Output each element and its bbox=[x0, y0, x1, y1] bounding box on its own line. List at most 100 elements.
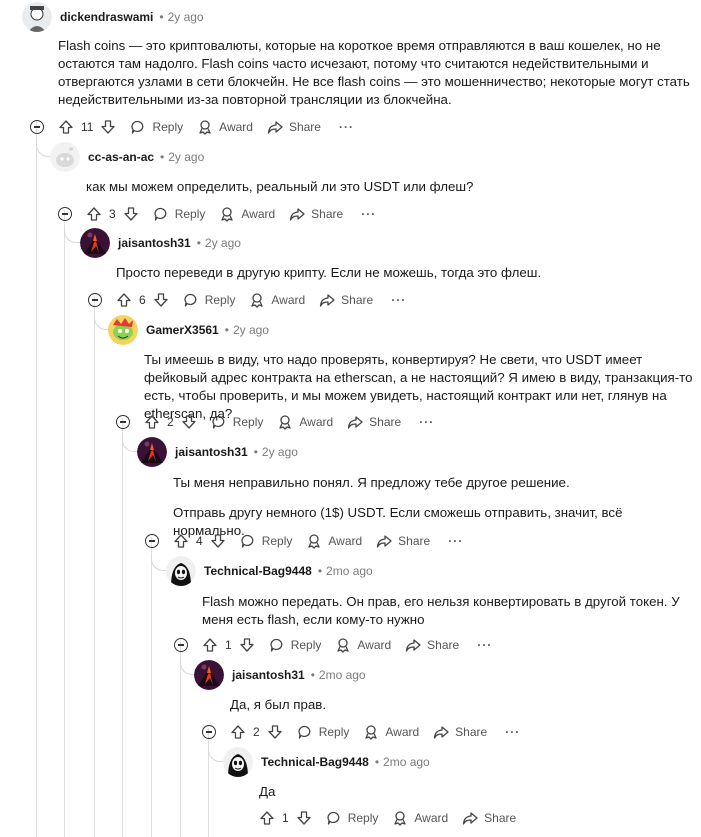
reply-label: Reply bbox=[152, 120, 184, 134]
author-name[interactable]: jaisantosh31 bbox=[175, 445, 248, 459]
vote-count: 6 bbox=[139, 293, 146, 307]
upvote-button[interactable] bbox=[144, 414, 160, 430]
timestamp: 2y ago bbox=[261, 445, 298, 459]
downvote-button[interactable] bbox=[153, 292, 169, 308]
avatar[interactable] bbox=[22, 2, 52, 32]
share-button[interactable]: Share bbox=[433, 724, 487, 740]
avatar[interactable] bbox=[108, 315, 138, 345]
more-options-button[interactable]: ··· bbox=[339, 120, 354, 134]
collapse-button[interactable] bbox=[116, 415, 130, 429]
thread-line[interactable] bbox=[151, 537, 152, 837]
upvote-button[interactable] bbox=[116, 292, 132, 308]
author-name[interactable]: Technical-Bag9448 bbox=[204, 564, 312, 578]
award-button[interactable]: Award bbox=[392, 810, 448, 826]
reply-button[interactable]: Reply bbox=[183, 292, 235, 308]
thread-line[interactable] bbox=[64, 210, 65, 837]
downvote-button[interactable] bbox=[100, 119, 116, 135]
comment-header: Technical-Bag9448 • 2mo ago bbox=[223, 747, 430, 777]
avatar[interactable] bbox=[166, 556, 196, 586]
upvote-button[interactable] bbox=[58, 119, 74, 135]
share-label: Share bbox=[455, 725, 488, 739]
comment-actions: 3 Reply Award Share ··· bbox=[58, 203, 376, 225]
vote-count: 2 bbox=[167, 415, 174, 429]
avatar[interactable] bbox=[223, 747, 253, 777]
author-name[interactable]: dickendraswami bbox=[60, 10, 153, 24]
upvote-button[interactable] bbox=[173, 533, 189, 549]
share-button[interactable]: Share bbox=[267, 119, 321, 135]
vote-count: 4 bbox=[196, 534, 203, 548]
share-label: Share bbox=[288, 120, 321, 134]
author-name[interactable]: Technical-Bag9448 bbox=[261, 755, 369, 769]
collapse-button[interactable] bbox=[145, 534, 159, 548]
reply-button[interactable]: Reply bbox=[153, 206, 205, 222]
award-button[interactable]: Award bbox=[219, 206, 275, 222]
author-name[interactable]: cc-as-an-ac bbox=[88, 150, 154, 164]
thread-line[interactable] bbox=[180, 641, 181, 837]
collapse-button[interactable] bbox=[30, 120, 44, 134]
author-name[interactable]: jaisantosh31 bbox=[118, 236, 191, 250]
more-options-button[interactable]: ··· bbox=[448, 534, 463, 548]
award-button[interactable]: Award bbox=[249, 292, 305, 308]
comment-paragraph: Flash coins — это криптовалюты, которые … bbox=[58, 38, 690, 107]
award-label: Award bbox=[241, 207, 276, 221]
collapse-button[interactable] bbox=[202, 725, 216, 739]
upvote-button[interactable] bbox=[202, 637, 218, 653]
comment-actions: 1 Reply Award Share ··· bbox=[174, 634, 492, 656]
award-button[interactable]: Award bbox=[335, 637, 391, 653]
separator-dot: • bbox=[160, 150, 165, 164]
vote-count: 2 bbox=[253, 725, 260, 739]
comment-paragraph: Flash можно передать. Он прав, его нельз… bbox=[202, 594, 680, 627]
collapse-button[interactable] bbox=[88, 293, 102, 307]
separator-dot: • bbox=[253, 445, 258, 459]
thread-line[interactable] bbox=[94, 296, 95, 837]
vote-count: 1 bbox=[282, 811, 289, 825]
separator-dot: • bbox=[224, 323, 229, 337]
upvote-button[interactable] bbox=[86, 206, 102, 222]
avatar[interactable] bbox=[137, 437, 167, 467]
author-name[interactable]: GamerX3561 bbox=[146, 323, 219, 337]
share-button[interactable]: Share bbox=[405, 637, 459, 653]
downvote-button[interactable] bbox=[296, 810, 312, 826]
share-button[interactable]: Share bbox=[347, 414, 401, 430]
reply-button[interactable]: Reply bbox=[297, 724, 350, 740]
share-button[interactable]: Share bbox=[319, 292, 373, 308]
reply-button[interactable]: Reply bbox=[130, 119, 183, 135]
comment-actions: 2 Reply Award Share ··· bbox=[202, 721, 520, 743]
downvote-button[interactable] bbox=[267, 724, 283, 740]
collapse-button[interactable] bbox=[174, 638, 188, 652]
timestamp: 2y ago bbox=[168, 150, 205, 164]
avatar[interactable] bbox=[80, 228, 110, 258]
author-name[interactable]: jaisantosh31 bbox=[232, 668, 305, 682]
avatar[interactable] bbox=[194, 660, 224, 690]
thread-line[interactable] bbox=[122, 418, 123, 837]
comment-body: Flash coins — это криптовалюты, которые … bbox=[58, 37, 698, 121]
upvote-button[interactable] bbox=[259, 810, 275, 826]
separator-dot: • bbox=[317, 564, 323, 578]
downvote-button[interactable] bbox=[123, 206, 139, 222]
avatar[interactable] bbox=[50, 142, 80, 172]
more-options-button[interactable]: ··· bbox=[361, 207, 376, 221]
reply-label: Reply bbox=[318, 725, 350, 739]
award-button[interactable]: Award bbox=[363, 724, 419, 740]
downvote-button[interactable] bbox=[239, 637, 255, 653]
more-options-button[interactable]: ··· bbox=[419, 415, 434, 429]
downvote-button[interactable] bbox=[181, 414, 197, 430]
more-options-button[interactable]: ··· bbox=[477, 638, 492, 652]
award-button[interactable]: Award bbox=[277, 414, 333, 430]
more-options-button[interactable]: ··· bbox=[505, 725, 520, 739]
award-button[interactable]: Award bbox=[197, 119, 253, 135]
thread-line[interactable] bbox=[36, 120, 37, 837]
share-button[interactable]: Share bbox=[289, 206, 343, 222]
reply-button[interactable]: Reply bbox=[240, 533, 292, 549]
upvote-button[interactable] bbox=[230, 724, 246, 740]
downvote-button[interactable] bbox=[210, 533, 226, 549]
comment-header: Technical-Bag9448 • 2mo ago bbox=[166, 556, 373, 586]
reply-button[interactable]: Reply bbox=[269, 637, 321, 653]
collapse-button[interactable] bbox=[58, 207, 72, 221]
share-button[interactable]: Share bbox=[376, 533, 430, 549]
reply-button[interactable]: Reply bbox=[211, 414, 263, 430]
award-button[interactable]: Award bbox=[306, 533, 362, 549]
more-options-button[interactable]: ··· bbox=[391, 293, 406, 307]
reply-button[interactable]: Reply bbox=[326, 810, 378, 826]
share-button[interactable]: Share bbox=[462, 810, 516, 826]
